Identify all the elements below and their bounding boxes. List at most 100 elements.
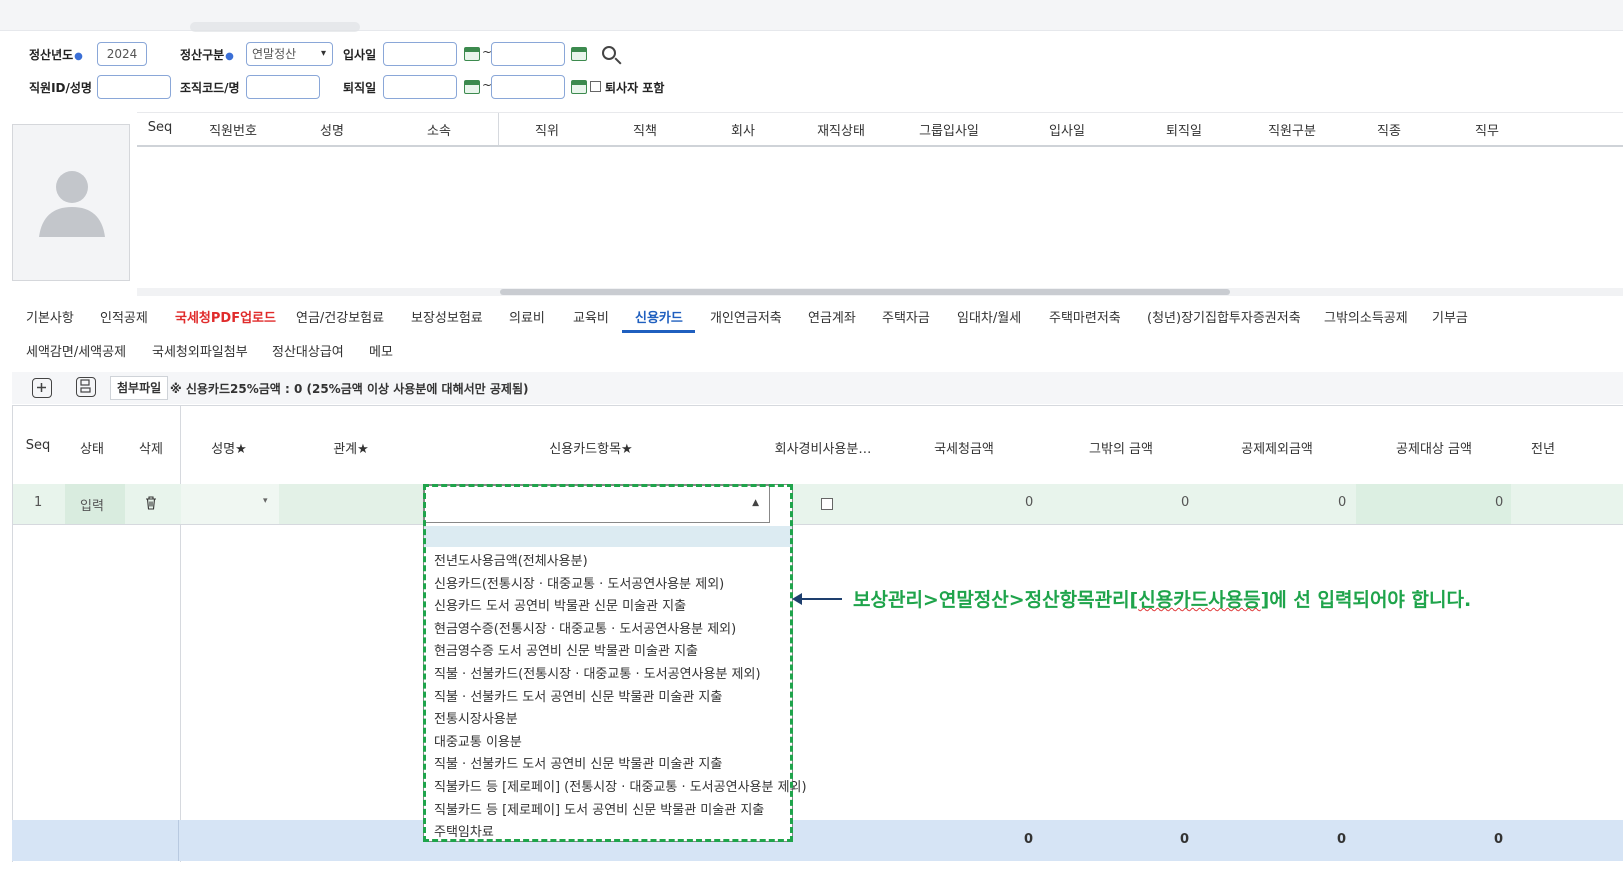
avatar-icon [39,171,105,237]
total-other-amount: 0 [1180,832,1190,847]
tab-item[interactable]: 교육비 [573,307,609,326]
column-header[interactable]: 직원번호 [209,120,257,139]
retire-date-from[interactable] [383,75,457,99]
tab-item[interactable]: 정산대상급여 [272,341,344,360]
column-divider [180,406,181,862]
calendar-icon[interactable] [464,47,480,61]
tab-item[interactable]: 인적공제 [100,307,148,326]
column-header[interactable]: 직종 [1377,120,1401,139]
column-header[interactable]: Seq [26,438,51,453]
year-input[interactable]: 2024 [97,42,147,66]
column-header[interactable]: 퇴직일 [1166,120,1202,139]
column-header[interactable]: 회사경비사용분… [775,438,872,457]
column-header[interactable]: 공제대상 금액 [1396,438,1472,457]
org-input[interactable] [246,75,320,99]
dropdown-option[interactable]: 직불 · 선불카드(전통시장 · 대중교통 · 도서공연사용분 제외) [434,663,761,682]
calendar-icon[interactable] [571,47,587,61]
column-header[interactable]: 삭제 [139,438,163,457]
column-header[interactable]: 관계★ [333,438,369,457]
chevron-down-icon[interactable]: ▾ [263,496,268,506]
save-icon [80,379,91,393]
save-button[interactable] [76,377,96,397]
column-header[interactable]: 직무 [1475,120,1499,139]
dropdown-option[interactable]: 대중교통 이용분 [434,731,522,750]
other-amount[interactable]: 0 [1181,495,1189,510]
include-retired-checkbox[interactable] [590,81,601,92]
dropdown-option[interactable]: 직불카드 등 [제로페이] (전통시장 · 대중교통 · 도서공연사용분 제외) [434,776,807,795]
credit-card-item-select[interactable]: ▲ [424,485,770,523]
tab-item[interactable]: 연금계좌 [808,307,856,326]
column-header[interactable]: 직책 [633,120,657,139]
dropdown-option[interactable]: 현금영수증(전통시장 · 대중교통 · 도서공연사용분 제외) [434,618,736,637]
hire-date-to[interactable] [491,42,565,66]
tab-item[interactable]: 연금/건강보험료 [296,307,384,326]
column-divider [498,113,499,145]
column-header[interactable]: 재직상태 [817,120,865,139]
dropdown-option[interactable]: 신용카드 도서 공연비 박물관 신문 미술관 지출 [434,595,686,614]
excluded-amount[interactable]: 0 [1338,495,1346,510]
tab-item[interactable]: 개인연금저축 [710,307,782,326]
tab-item[interactable]: 기부금 [1432,307,1468,326]
tab-item[interactable]: 임대차/월세 [957,307,1021,326]
column-header[interactable]: 전년 [1531,438,1555,457]
dropdown-option[interactable]: 전년도사용금액(전체사용분) [434,550,588,569]
credit-card-item-dropdown[interactable]: ▲ 전년도사용금액(전체사용분) 신용카드(전통시장 · 대중교통 · 도서공연사… [423,484,807,842]
attach-file-button[interactable]: 첨부파일 [110,376,169,400]
column-header[interactable]: Seq [148,120,173,135]
plus-icon [37,383,46,392]
deductible-amount[interactable]: 0 [1495,495,1503,510]
tab-item[interactable]: 기본사항 [26,307,74,326]
credit-card-grid: Seq 상태 삭제 성명★ 관계★ 신용카드항목★ 회사경비사용분… 국세청금액 그밖의 금액 공… [12,405,1623,862]
dropdown-option[interactable]: 신용카드(전통시장 · 대중교통 · 도서공연사용분 제외) [434,573,724,592]
column-header[interactable]: 신용카드항목★ [549,438,632,457]
tab-item[interactable]: 보장성보험료 [411,307,483,326]
chevron-down-icon: ▾ [320,48,326,59]
company-expense-checkbox[interactable] [821,498,833,510]
dropdown-option[interactable]: 현금영수증 도서 공연비 신문 박물관 미술관 지출 [434,640,698,659]
column-header[interactable]: 입사일 [1049,120,1085,139]
tab-item[interactable]: 메모 [369,341,393,360]
calendar-icon[interactable] [464,80,480,94]
toolbar: 첨부파일 ※ 신용카드25%금액 : 0 (25%금액 이상 사용분에 대해서만… [12,372,1623,404]
table-row[interactable]: 1 입력 ▾ 0 0 0 0 [13,484,1623,525]
retire-date-to[interactable] [491,75,565,99]
settle-type-select[interactable]: 연말정산 ▾ [246,42,333,66]
column-header[interactable]: 성명★ [211,438,247,457]
tab-item[interactable]: 주택마련저축 [1049,307,1121,326]
top-strip [0,0,1623,32]
dropdown-option-empty[interactable] [424,526,792,547]
horizontal-scrollbar[interactable] [500,289,1230,295]
add-row-button[interactable] [32,378,52,398]
column-header[interactable]: 상태 [80,438,104,457]
tab-item[interactable]: 국세청외파일첨부 [152,341,248,360]
calendar-icon[interactable] [571,80,587,94]
trash-icon[interactable] [145,496,157,510]
column-header[interactable]: 성명 [320,120,344,139]
column-header[interactable]: 그룹입사일 [919,120,979,139]
dropdown-option[interactable]: 직불카드 등 [제로페이] 도서 공연비 신문 박물관 미술관 지출 [434,799,764,818]
column-header[interactable]: 그밖의 금액 [1089,438,1153,457]
search-filter-panel: 정산년도● 2024 정산구분● 연말정산 ▾ 입사일 ~ 직원ID/성명 조직코… [10,32,1623,114]
dropdown-option[interactable]: 직불 · 선불카드 도서 공연비 신문 박물관 미술관 지출 [434,753,722,772]
employee-input[interactable] [97,75,171,99]
row-seq: 1 [34,495,43,510]
dropdown-option[interactable]: 주택임차료 [434,821,494,840]
search-icon[interactable] [602,46,616,60]
tab-item[interactable]: (청년)장기집합투자증권저축 [1147,307,1301,326]
column-header[interactable]: 공제제외금액 [1241,438,1313,457]
column-header[interactable]: 국세청금액 [934,438,994,457]
dropdown-option[interactable]: 전통시장사용분 [434,708,518,727]
column-header[interactable]: 회사 [731,120,755,139]
tab-item[interactable]: 세액감면/세액공제 [26,341,126,360]
tab-item[interactable]: 그밖의소득공제 [1324,307,1408,326]
tab-item[interactable]: 국세청PDF업로드 [175,307,276,326]
nts-amount[interactable]: 0 [1025,495,1033,510]
column-header[interactable]: 직위 [535,120,559,139]
dropdown-option[interactable]: 직불 · 선불카드 도서 공연비 신문 박물관 미술관 지출 [434,686,722,705]
tab-item[interactable]: 의료비 [509,307,545,326]
tab-item[interactable]: 주택자금 [882,307,930,326]
tab-item[interactable]: 신용카드 [635,307,683,326]
column-header[interactable]: 소속 [427,120,451,139]
hire-date-from[interactable] [383,42,457,66]
column-header[interactable]: 직원구분 [1268,120,1316,139]
